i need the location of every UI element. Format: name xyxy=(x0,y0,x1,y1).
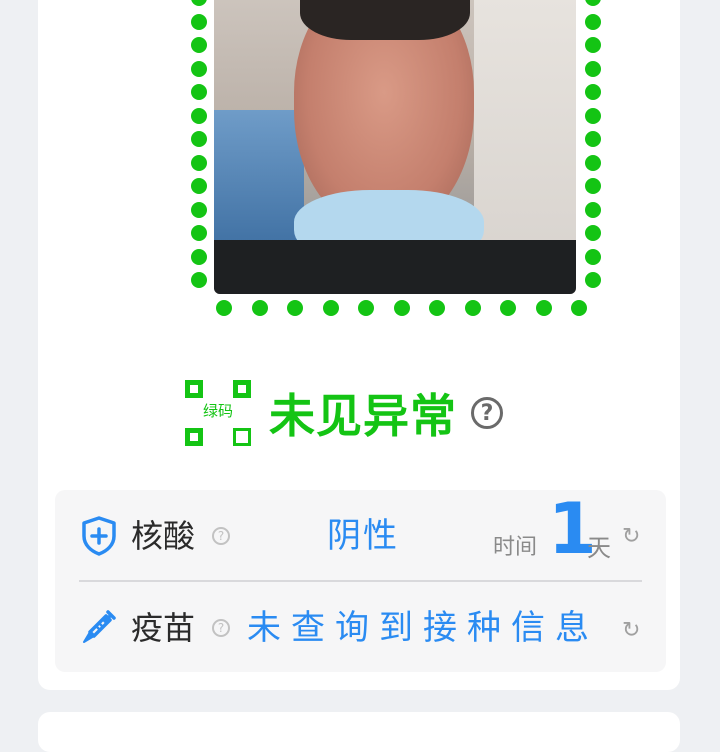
frame-dot xyxy=(571,300,587,316)
frame-dot xyxy=(585,37,601,53)
frame-dot xyxy=(585,178,601,194)
frame-dot xyxy=(191,178,207,194)
nucleic-acid-row[interactable]: 核酸 ? 阴性 时间 1 天 ↻ xyxy=(55,490,666,580)
info-panel: 核酸 ? 阴性 时间 1 天 ↻ 疫苗 ? 未查询到接种信息 ↻ xyxy=(55,490,666,672)
frame-dot xyxy=(393,300,410,316)
vaccine-refresh-icon[interactable]: ↻ xyxy=(622,620,640,642)
frame-dot xyxy=(191,154,207,171)
frame-dot xyxy=(191,201,207,218)
frame-dot xyxy=(191,131,207,147)
frame-dot xyxy=(585,13,601,30)
vaccine-label: 疫苗 xyxy=(131,609,196,647)
frame-dot xyxy=(585,225,601,241)
qr-code-icon[interactable]: 绿码 xyxy=(185,380,251,446)
avatar-photo xyxy=(214,0,576,294)
frame-dot xyxy=(585,84,601,100)
frame-dot xyxy=(191,84,207,100)
frame-dot xyxy=(191,225,207,241)
frame-dot xyxy=(585,0,601,6)
frame-dot xyxy=(585,131,601,147)
frame-dot xyxy=(585,107,601,124)
syringe-icon xyxy=(80,608,118,648)
frame-dot xyxy=(216,300,232,316)
health-status: 绿码 未见异常 ? xyxy=(185,378,503,448)
shield-plus-icon xyxy=(80,516,118,556)
frame-dot xyxy=(464,300,481,316)
refresh-icon[interactable]: ↻ xyxy=(622,526,640,548)
frame-dot xyxy=(191,37,207,53)
frame-dot xyxy=(191,107,207,124)
next-card xyxy=(38,712,680,752)
time-label: 时间 xyxy=(493,535,538,560)
vaccine-help-icon[interactable]: ? xyxy=(212,619,230,637)
nucleic-acid-label: 核酸 xyxy=(131,517,196,555)
qr-code-label: 绿码 xyxy=(191,400,245,422)
frame-dot xyxy=(191,13,207,30)
frame-dot xyxy=(191,248,207,265)
frame-dot xyxy=(585,272,601,288)
status-text: 未见异常 xyxy=(269,389,457,443)
time-unit: 天 xyxy=(587,534,611,562)
vaccine-result: 未查询到接种信息 xyxy=(247,608,599,648)
nucleic-help-icon[interactable]: ? xyxy=(212,527,230,545)
frame-dot xyxy=(585,248,601,265)
frame-dot xyxy=(191,0,207,6)
frame-dot xyxy=(585,201,601,218)
frame-dot xyxy=(322,300,339,316)
help-icon[interactable]: ? xyxy=(471,397,503,429)
frame-dot xyxy=(535,300,552,316)
frame-dot xyxy=(251,300,268,316)
vaccine-row[interactable]: 疫苗 ? 未查询到接种信息 ↻ xyxy=(55,582,666,672)
frame-dot xyxy=(429,300,445,316)
frame-dot xyxy=(358,300,374,316)
frame-dot xyxy=(500,300,516,316)
frame-dot xyxy=(191,272,207,288)
frame-dot xyxy=(585,60,601,77)
frame-dot xyxy=(287,300,303,316)
nucleic-acid-result: 阴性 xyxy=(327,516,399,556)
frame-dot xyxy=(191,60,207,77)
frame-dot xyxy=(585,154,601,171)
